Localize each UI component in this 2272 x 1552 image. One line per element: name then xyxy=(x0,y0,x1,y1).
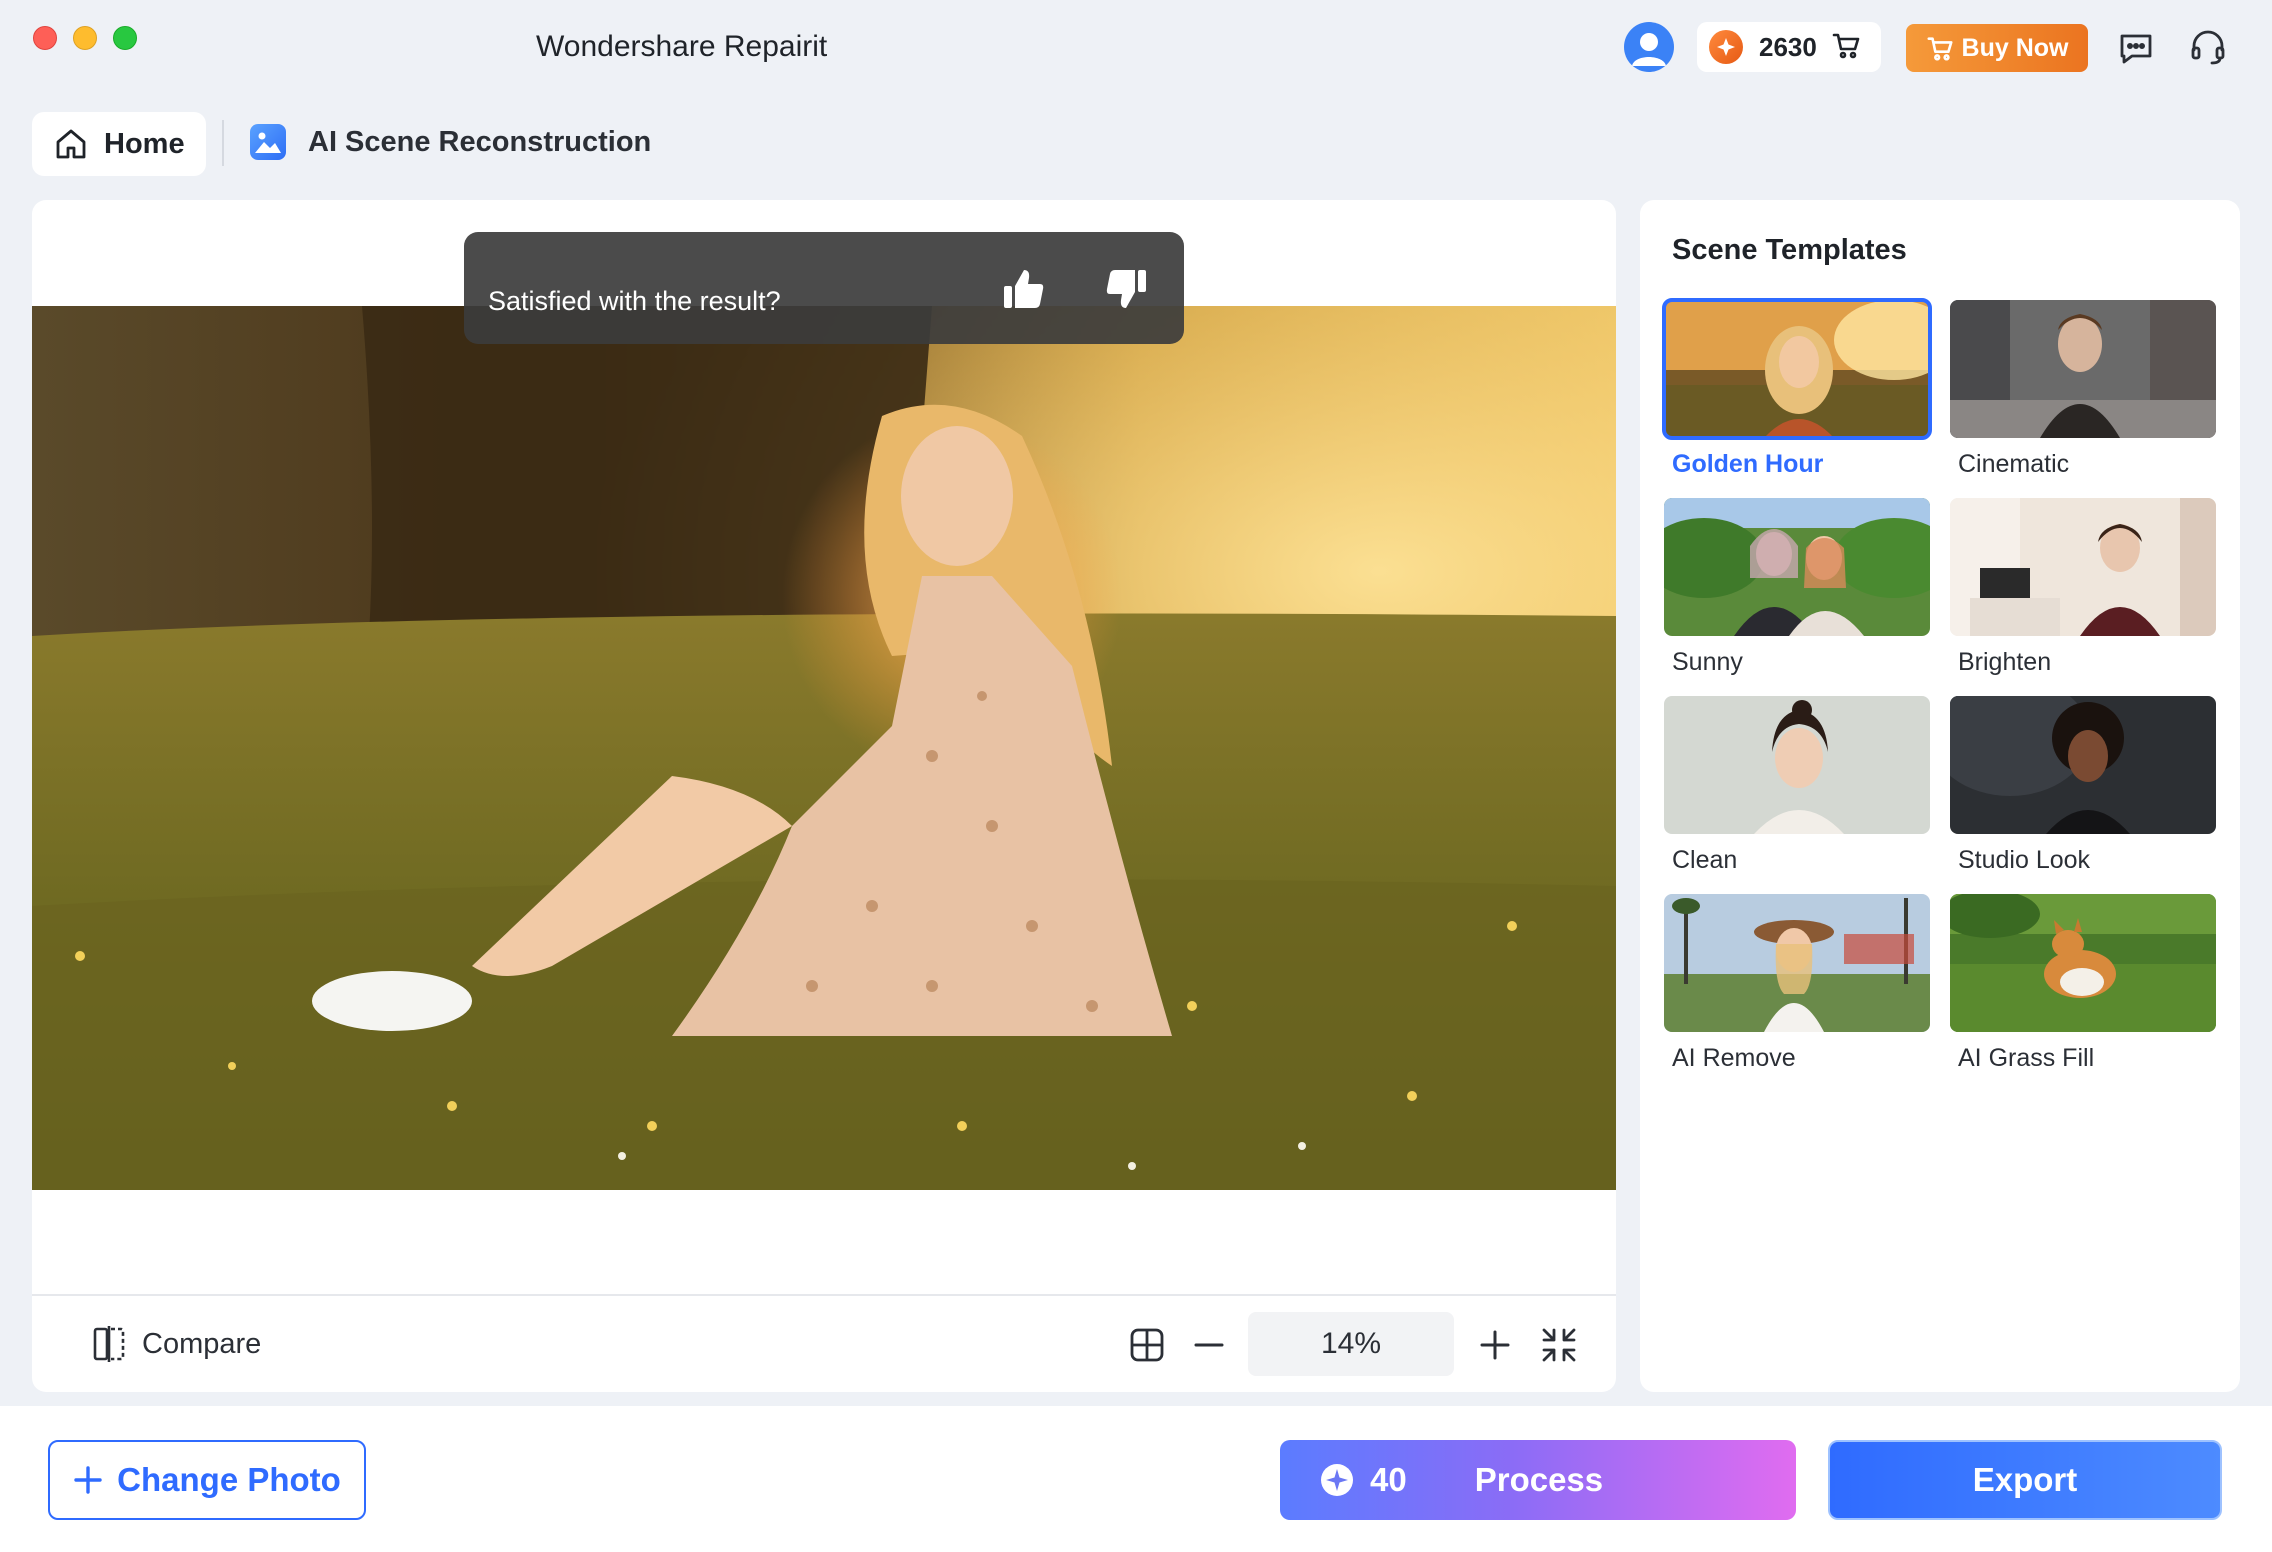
change-photo-label: Change Photo xyxy=(117,1461,341,1498)
template-ai-grass-fill[interactable]: AI Grass Fill xyxy=(1950,894,2216,1073)
template-ai-remove[interactable]: AI Remove xyxy=(1664,894,1930,1073)
process-button[interactable]: 40 Process xyxy=(1280,1440,1796,1520)
headset-icon[interactable] xyxy=(2188,26,2228,66)
template-label: Brighten xyxy=(1958,648,2052,676)
template-golden-hour[interactable]: Golden Hour xyxy=(1662,298,1932,479)
template-label: Studio Look xyxy=(1958,846,2091,874)
process-label: Process xyxy=(1474,1461,1604,1498)
plus-icon xyxy=(74,1466,102,1494)
buy-now-label: Buy Now xyxy=(1961,33,2069,62)
app-title: Wondershare Repairit xyxy=(536,30,828,63)
feedback-text: Satisfied with the result? xyxy=(488,285,781,316)
fit-screen-icon[interactable] xyxy=(1540,1326,1578,1364)
feedback-prompt: Satisfied with the result? xyxy=(464,232,1184,344)
template-label: Cinematic xyxy=(1958,450,2070,478)
template-label: Sunny xyxy=(1672,648,1743,676)
zoom-level[interactable]: 14% xyxy=(1248,1312,1454,1376)
home-button[interactable]: Home xyxy=(32,112,206,176)
change-photo-button[interactable]: Change Photo xyxy=(48,1440,366,1520)
buy-now-button[interactable]: Buy Now xyxy=(1906,24,2088,72)
template-thumbnail xyxy=(1664,498,1930,636)
cart-icon[interactable] xyxy=(1831,30,1861,65)
template-studio-look[interactable]: Studio Look xyxy=(1950,696,2216,875)
breadcrumb-divider xyxy=(222,120,224,166)
preview-canvas: Satisfied with the result? Compare 14% xyxy=(32,200,1616,1392)
template-thumbnail xyxy=(1950,894,2216,1032)
user-avatar-icon[interactable] xyxy=(1624,22,1674,72)
split-view-icon[interactable] xyxy=(1128,1326,1166,1364)
export-button[interactable]: Export xyxy=(1828,1440,2222,1520)
zoom-in-icon[interactable] xyxy=(1476,1326,1514,1364)
template-thumbnail xyxy=(1950,696,2216,834)
canvas-toolbar: Compare 14% xyxy=(32,1294,1616,1392)
template-sunny[interactable]: Sunny xyxy=(1664,498,1930,677)
breadcrumb-current-page: AI Scene Reconstruction xyxy=(308,126,652,158)
credit-icon xyxy=(1321,1464,1353,1496)
scene-templates-panel: Scene Templates Golden Hour Cinematic Su… xyxy=(1640,200,2240,1392)
process-cost: 40 xyxy=(1370,1461,1407,1498)
template-cinematic[interactable]: Cinematic xyxy=(1950,300,2216,479)
template-label: AI Grass Fill xyxy=(1958,1044,2095,1072)
credits-balance[interactable]: 2630 xyxy=(1697,22,1881,72)
template-label: Golden Hour xyxy=(1672,450,1824,478)
chat-icon[interactable] xyxy=(2116,28,2156,68)
home-icon xyxy=(56,129,86,159)
home-label: Home xyxy=(104,127,185,160)
zoom-out-icon[interactable] xyxy=(1190,1326,1228,1364)
template-label: Clean xyxy=(1672,846,1738,874)
title-bar: Wondershare Repairit 2630 Buy Now xyxy=(0,0,2272,100)
window-close-button[interactable] xyxy=(33,26,57,50)
window-minimize-button[interactable] xyxy=(73,26,97,50)
image-icon xyxy=(250,124,286,160)
template-thumbnail xyxy=(1664,696,1930,834)
cart-icon xyxy=(1927,37,1953,61)
template-thumbnail xyxy=(1664,894,1930,1032)
template-thumbnail xyxy=(1662,298,1932,440)
template-thumbnail xyxy=(1950,498,2216,636)
compare-icon xyxy=(93,1326,125,1362)
template-brighten[interactable]: Brighten xyxy=(1950,498,2216,677)
compare-button[interactable]: Compare xyxy=(92,1326,261,1362)
result-photo[interactable] xyxy=(32,306,1616,1190)
template-thumbnail xyxy=(1950,300,2216,438)
window-maximize-button[interactable] xyxy=(113,26,137,50)
template-label: AI Remove xyxy=(1672,1044,1796,1072)
thumbs-up-icon[interactable] xyxy=(1000,266,1046,312)
compare-label: Compare xyxy=(142,1327,262,1360)
thumbs-down-icon[interactable] xyxy=(1104,266,1150,312)
bottom-action-bar: Change Photo 40 Process Export xyxy=(0,1406,2272,1552)
template-clean[interactable]: Clean xyxy=(1664,696,1930,875)
credits-count: 2630 xyxy=(1759,31,1817,62)
coin-icon xyxy=(1709,30,1743,64)
templates-title: Scene Templates xyxy=(1672,234,1907,266)
